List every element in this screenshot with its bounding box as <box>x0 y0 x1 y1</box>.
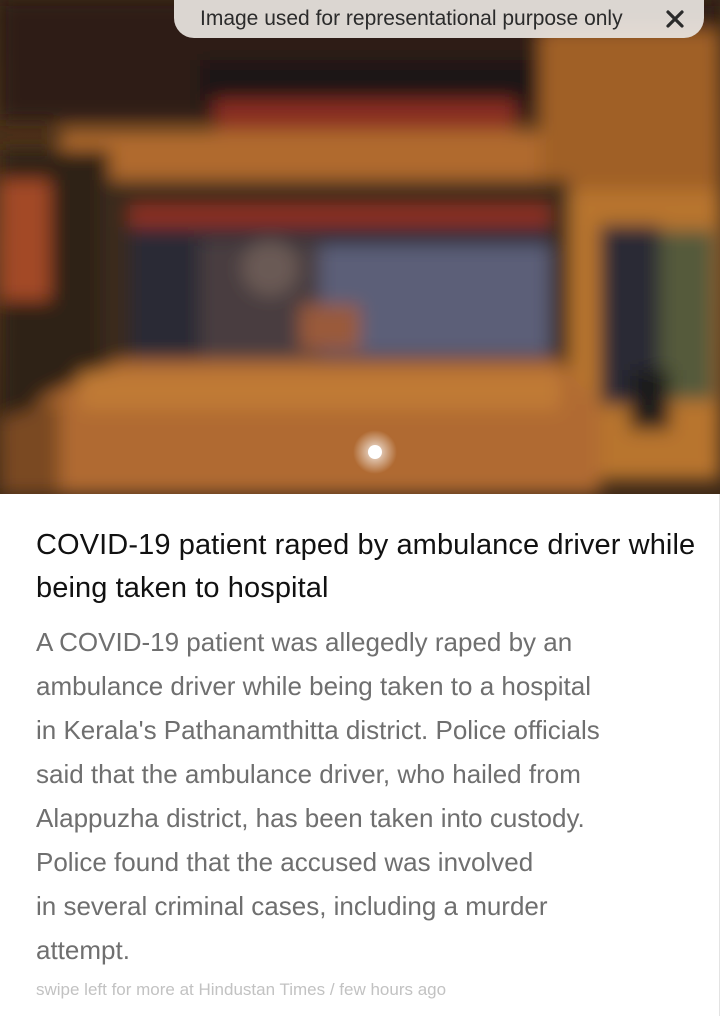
article-headline[interactable]: COVID-19 patient raped by ambulance driv… <box>36 524 696 610</box>
article-summary: A COVID-19 patient was allegedly raped b… <box>36 620 696 972</box>
disclaimer-text: Image used for representational purpose … <box>200 7 623 30</box>
ambulance-night-photo <box>0 0 720 494</box>
summary-line: in several criminal cases, including a m… <box>36 891 548 921</box>
source-footer[interactable]: swipe left for more at Hindustan Times /… <box>36 980 446 1000</box>
summary-line: in Kerala's Pathanamthitta district. Pol… <box>36 715 600 745</box>
summary-line: attempt. <box>36 935 130 965</box>
summary-line: A COVID-19 patient was allegedly raped b… <box>36 627 573 657</box>
disclaimer-banner: Image used for representational purpose … <box>174 0 704 38</box>
summary-line: Alappuzha district, has been taken into … <box>36 803 585 833</box>
article-image <box>0 0 720 494</box>
summary-line: Police found that the accused was involv… <box>36 847 534 877</box>
summary-line: said that the ambulance driver, who hail… <box>36 759 581 789</box>
summary-line: ambulance driver while being taken to a … <box>36 671 592 701</box>
close-icon[interactable] <box>662 6 688 32</box>
